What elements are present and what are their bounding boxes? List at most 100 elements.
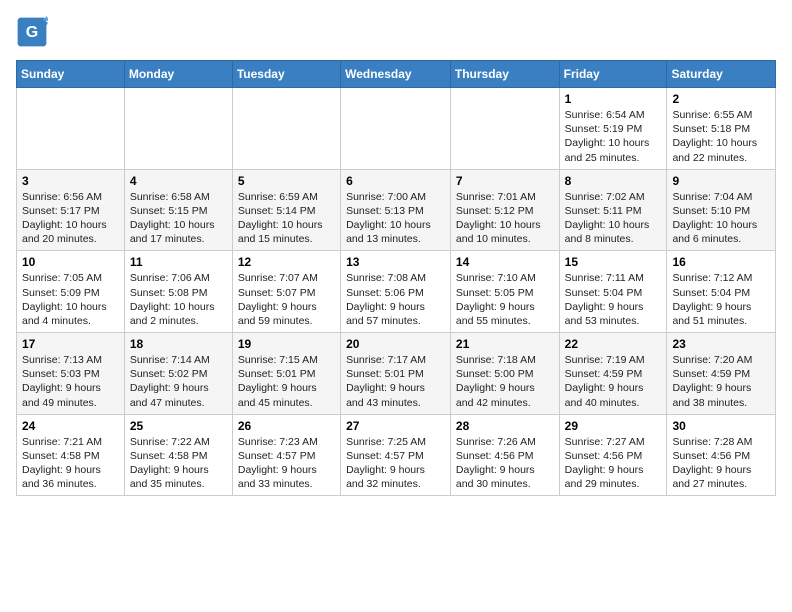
week-row-1: 1 Sunrise: 6:54 AM Sunset: 5:19 PM Daylig… (17, 88, 776, 170)
day-cell: 27 Sunrise: 7:25 AM Sunset: 4:57 PM Dayli… (341, 414, 451, 496)
day-info: Sunrise: 7:10 AM Sunset: 5:05 PM Dayligh… (456, 271, 554, 328)
day-cell (450, 88, 559, 170)
logo-icon: G (16, 16, 48, 48)
day-info: Sunrise: 6:59 AM Sunset: 5:14 PM Dayligh… (238, 190, 335, 247)
day-cell: 17 Sunrise: 7:13 AM Sunset: 5:03 PM Dayli… (17, 333, 125, 415)
day-info: Sunrise: 7:22 AM Sunset: 4:58 PM Dayligh… (130, 435, 227, 492)
day-cell: 25Sunrise: 7:22 AM Sunset: 4:58 PM Dayli… (124, 414, 232, 496)
weekday-header-tuesday: Tuesday (232, 61, 340, 88)
week-row-2: 3Sunrise: 6:56 AM Sunset: 5:17 PM Daylig… (17, 169, 776, 251)
day-cell: 19Sunrise: 7:15 AM Sunset: 5:01 PM Dayli… (232, 333, 340, 415)
day-number: 27 (346, 419, 445, 433)
day-info: Sunrise: 6:55 AM Sunset: 5:18 PM Dayligh… (672, 108, 770, 165)
day-cell: 15 Sunrise: 7:11 AM Sunset: 5:04 PM Dayli… (559, 251, 667, 333)
day-info: Sunrise: 7:17 AM Sunset: 5:01 PM Dayligh… (346, 353, 445, 410)
day-cell: 1 Sunrise: 6:54 AM Sunset: 5:19 PM Daylig… (559, 88, 667, 170)
day-cell: 21 Sunrise: 7:18 AM Sunset: 5:00 PM Dayli… (450, 333, 559, 415)
day-number: 18 (130, 337, 227, 351)
day-cell: 28 Sunrise: 7:26 AM Sunset: 4:56 PM Dayli… (450, 414, 559, 496)
day-info: Sunrise: 7:13 AM Sunset: 5:03 PM Dayligh… (22, 353, 119, 410)
day-info: Sunrise: 7:23 AM Sunset: 4:57 PM Dayligh… (238, 435, 335, 492)
day-info: Sunrise: 7:02 AM Sunset: 5:11 PM Dayligh… (565, 190, 662, 247)
day-number: 11 (130, 255, 227, 269)
day-info: Sunrise: 7:27 AM Sunset: 4:56 PM Dayligh… (565, 435, 662, 492)
day-info: Sunrise: 7:19 AM Sunset: 4:59 PM Dayligh… (565, 353, 662, 410)
day-number: 8 (565, 174, 662, 188)
day-info: Sunrise: 6:58 AM Sunset: 5:15 PM Dayligh… (130, 190, 227, 247)
day-cell (232, 88, 340, 170)
day-cell: 7 Sunrise: 7:01 AM Sunset: 5:12 PM Daylig… (450, 169, 559, 251)
day-cell: 4Sunrise: 6:58 AM Sunset: 5:15 PM Daylig… (124, 169, 232, 251)
day-cell: 3Sunrise: 6:56 AM Sunset: 5:17 PM Daylig… (17, 169, 125, 251)
day-info: Sunrise: 7:14 AM Sunset: 5:02 PM Dayligh… (130, 353, 227, 410)
page-header: G (16, 16, 776, 48)
day-number: 17 (22, 337, 119, 351)
week-row-3: 10 Sunrise: 7:05 AM Sunset: 5:09 PM Dayli… (17, 251, 776, 333)
day-cell: 26Sunrise: 7:23 AM Sunset: 4:57 PM Dayli… (232, 414, 340, 496)
day-info: Sunrise: 7:11 AM Sunset: 5:04 PM Dayligh… (565, 271, 662, 328)
day-cell: 20 Sunrise: 7:17 AM Sunset: 5:01 PM Dayli… (341, 333, 451, 415)
day-number: 1 (565, 92, 662, 106)
calendar-header: SundayMondayTuesdayWednesdayThursdayFrid… (17, 61, 776, 88)
day-info: Sunrise: 7:06 AM Sunset: 5:08 PM Dayligh… (130, 271, 227, 328)
day-cell: 23 Sunrise: 7:20 AM Sunset: 4:59 PM Dayli… (667, 333, 776, 415)
day-cell: 16 Sunrise: 7:12 AM Sunset: 5:04 PM Dayli… (667, 251, 776, 333)
day-number: 23 (672, 337, 770, 351)
day-cell: 18 Sunrise: 7:14 AM Sunset: 5:02 PM Dayli… (124, 333, 232, 415)
weekday-header-saturday: Saturday (667, 61, 776, 88)
day-cell: 8 Sunrise: 7:02 AM Sunset: 5:11 PM Daylig… (559, 169, 667, 251)
day-number: 13 (346, 255, 445, 269)
day-info: Sunrise: 7:25 AM Sunset: 4:57 PM Dayligh… (346, 435, 445, 492)
day-number: 15 (565, 255, 662, 269)
day-cell: 5 Sunrise: 6:59 AM Sunset: 5:14 PM Daylig… (232, 169, 340, 251)
day-cell: 14 Sunrise: 7:10 AM Sunset: 5:05 PM Dayli… (450, 251, 559, 333)
day-number: 20 (346, 337, 445, 351)
day-number: 12 (238, 255, 335, 269)
day-number: 7 (456, 174, 554, 188)
day-cell: 13 Sunrise: 7:08 AM Sunset: 5:06 PM Dayli… (341, 251, 451, 333)
day-info: Sunrise: 6:54 AM Sunset: 5:19 PM Dayligh… (565, 108, 662, 165)
day-info: Sunrise: 7:20 AM Sunset: 4:59 PM Dayligh… (672, 353, 770, 410)
calendar-body: 1 Sunrise: 6:54 AM Sunset: 5:19 PM Daylig… (17, 88, 776, 496)
weekday-header-wednesday: Wednesday (341, 61, 451, 88)
day-cell: 30 Sunrise: 7:28 AM Sunset: 4:56 PM Dayli… (667, 414, 776, 496)
week-row-4: 17 Sunrise: 7:13 AM Sunset: 5:03 PM Dayli… (17, 333, 776, 415)
day-info: Sunrise: 7:26 AM Sunset: 4:56 PM Dayligh… (456, 435, 554, 492)
day-cell: 6Sunrise: 7:00 AM Sunset: 5:13 PM Daylig… (341, 169, 451, 251)
day-cell: 2 Sunrise: 6:55 AM Sunset: 5:18 PM Daylig… (667, 88, 776, 170)
day-cell: 10 Sunrise: 7:05 AM Sunset: 5:09 PM Dayli… (17, 251, 125, 333)
day-info: Sunrise: 7:12 AM Sunset: 5:04 PM Dayligh… (672, 271, 770, 328)
day-cell (341, 88, 451, 170)
day-cell: 24Sunrise: 7:21 AM Sunset: 4:58 PM Dayli… (17, 414, 125, 496)
day-number: 9 (672, 174, 770, 188)
day-number: 14 (456, 255, 554, 269)
day-number: 21 (456, 337, 554, 351)
week-row-5: 24Sunrise: 7:21 AM Sunset: 4:58 PM Dayli… (17, 414, 776, 496)
day-cell: 9 Sunrise: 7:04 AM Sunset: 5:10 PM Daylig… (667, 169, 776, 251)
day-info: Sunrise: 7:01 AM Sunset: 5:12 PM Dayligh… (456, 190, 554, 247)
day-number: 6 (346, 174, 445, 188)
day-number: 2 (672, 92, 770, 106)
weekday-header-row: SundayMondayTuesdayWednesdayThursdayFrid… (17, 61, 776, 88)
day-cell (124, 88, 232, 170)
weekday-header-friday: Friday (559, 61, 667, 88)
day-cell: 22Sunrise: 7:19 AM Sunset: 4:59 PM Dayli… (559, 333, 667, 415)
day-number: 29 (565, 419, 662, 433)
day-cell (17, 88, 125, 170)
day-info: Sunrise: 6:56 AM Sunset: 5:17 PM Dayligh… (22, 190, 119, 247)
day-number: 30 (672, 419, 770, 433)
day-info: Sunrise: 7:08 AM Sunset: 5:06 PM Dayligh… (346, 271, 445, 328)
day-cell: 11 Sunrise: 7:06 AM Sunset: 5:08 PM Dayli… (124, 251, 232, 333)
day-number: 5 (238, 174, 335, 188)
day-info: Sunrise: 7:18 AM Sunset: 5:00 PM Dayligh… (456, 353, 554, 410)
day-number: 16 (672, 255, 770, 269)
day-info: Sunrise: 7:28 AM Sunset: 4:56 PM Dayligh… (672, 435, 770, 492)
weekday-header-monday: Monday (124, 61, 232, 88)
day-cell: 12Sunrise: 7:07 AM Sunset: 5:07 PM Dayli… (232, 251, 340, 333)
day-info: Sunrise: 7:05 AM Sunset: 5:09 PM Dayligh… (22, 271, 119, 328)
day-number: 10 (22, 255, 119, 269)
day-number: 28 (456, 419, 554, 433)
day-info: Sunrise: 7:04 AM Sunset: 5:10 PM Dayligh… (672, 190, 770, 247)
weekday-header-sunday: Sunday (17, 61, 125, 88)
weekday-header-thursday: Thursday (450, 61, 559, 88)
